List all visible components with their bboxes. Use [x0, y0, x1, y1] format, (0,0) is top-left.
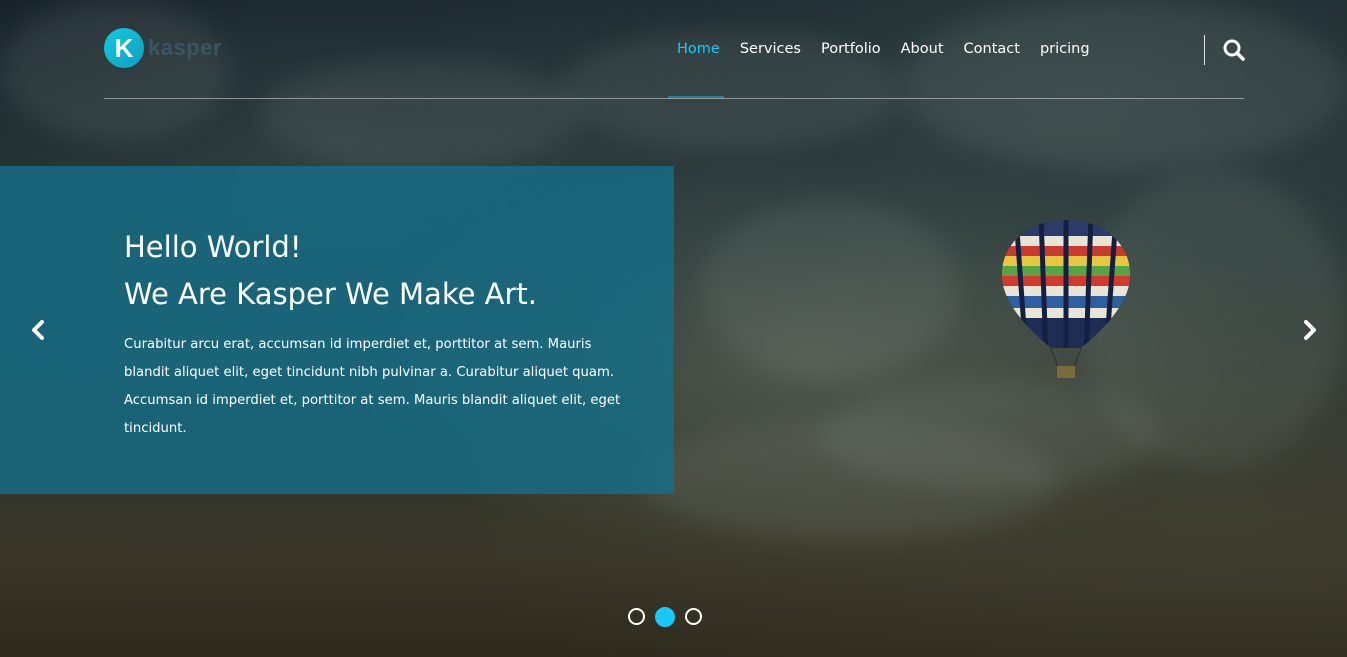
logo-text: kasper	[148, 35, 222, 60]
hero-description: Curabitur arcu erat, accumsan id imperdi…	[124, 337, 621, 436]
slider-bullet-3[interactable]	[685, 608, 702, 625]
nav-link-services[interactable]: Services	[730, 38, 811, 60]
nav-link-home[interactable]: Home	[667, 38, 730, 60]
hot-air-balloon-image	[1001, 220, 1131, 378]
slider-next-button[interactable]	[1296, 316, 1324, 344]
slider-bullet-1[interactable]	[628, 608, 645, 625]
search-icon	[1223, 39, 1245, 61]
nav-link-contact[interactable]: Contact	[954, 38, 1030, 60]
search-button[interactable]	[1222, 38, 1246, 62]
nav-link-about[interactable]: About	[891, 38, 954, 60]
hero-content-panel: Hello World! We Are Kasper We Make Art. …	[0, 166, 674, 494]
nav-link-portfolio[interactable]: Portfolio	[811, 38, 891, 60]
chevron-left-icon	[32, 320, 44, 340]
nav-link-pricing[interactable]: pricing	[1030, 38, 1100, 60]
nav-divider	[1204, 35, 1205, 65]
chevron-right-icon	[1304, 320, 1316, 340]
hero-headline: Hello World! We Are Kasper We Make Art.	[124, 224, 537, 318]
hero-headline-line2: We Are Kasper We Make Art.	[124, 277, 537, 311]
logo[interactable]: K kasper	[104, 28, 222, 68]
main-nav: Home Services Portfolio About Contact pr…	[667, 38, 1100, 60]
logo-badge: K	[104, 28, 144, 68]
slider-bullets	[628, 607, 702, 627]
slider-bullet-2[interactable]	[655, 607, 675, 627]
active-nav-indicator	[668, 96, 724, 98]
slider-prev-button[interactable]	[24, 316, 52, 344]
hero-headline-line1: Hello World!	[124, 230, 302, 264]
hero-section: K kasper Home Services Portfolio About C…	[0, 0, 1347, 657]
